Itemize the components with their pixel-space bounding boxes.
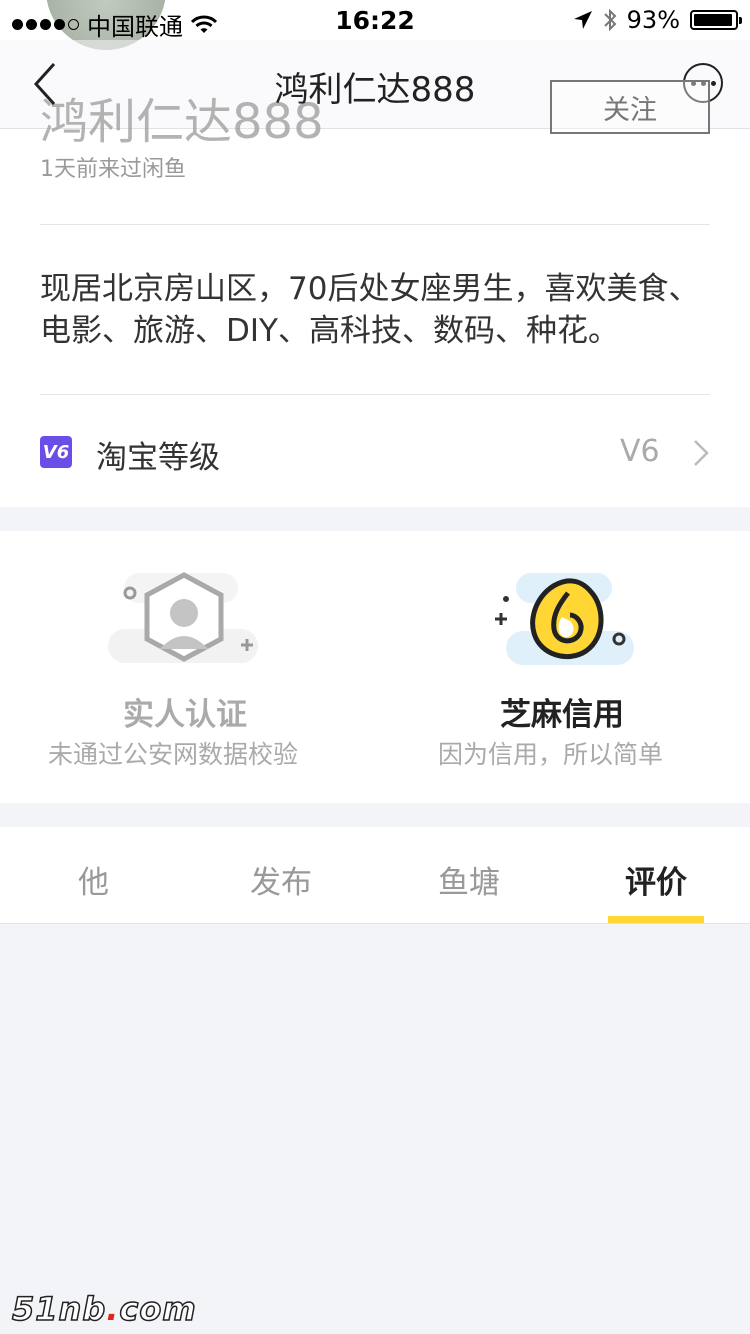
sesame-credit-subtitle: 因为信用，所以简单	[438, 740, 664, 769]
tab-bar: 他 发布 鱼塘 评价	[0, 827, 750, 924]
certifications-section: 实人认证 未通过公安网数据校验 芝麻信用 因为信用，所以简单	[0, 531, 750, 803]
follow-button[interactable]: 关注	[550, 80, 710, 134]
location-arrow-icon	[573, 11, 592, 29]
profile-bio: 现居北京房山区，70后处女座男生，喜欢美食、电影、旅游、DIY、高科技、数码、种…	[40, 271, 700, 349]
bluetooth-icon	[603, 8, 617, 32]
last-visit-text: 1天前来过闲鱼	[40, 157, 186, 182]
taobao-level-value: V6	[620, 434, 660, 469]
battery-percent: 93%	[626, 6, 680, 34]
sesame-credit-title[interactable]: 芝麻信用	[500, 689, 624, 734]
tab-reviews[interactable]: 评价	[625, 857, 687, 902]
tab-him[interactable]: 他	[78, 857, 109, 902]
status-bar: 中国联通 16:22 93%	[0, 0, 750, 41]
person-verify-icon[interactable]	[104, 569, 264, 669]
watermark: 51nb.com	[11, 1289, 197, 1329]
real-person-verify-title[interactable]: 实人认证	[123, 689, 247, 734]
divider	[40, 394, 710, 395]
taobao-level-badge-icon: V6	[40, 436, 72, 468]
tab-published[interactable]: 发布	[250, 857, 312, 902]
divider	[40, 224, 710, 225]
chevron-right-icon[interactable]	[692, 438, 710, 468]
sesame-credit-icon[interactable]	[492, 571, 637, 671]
taobao-level-label[interactable]: 淘宝等级	[96, 432, 220, 477]
tab-fish-pond[interactable]: 鱼塘	[438, 857, 500, 902]
battery-icon	[690, 10, 742, 30]
active-tab-indicator	[608, 916, 704, 923]
real-person-verify-subtitle: 未通过公安网数据校验	[48, 740, 299, 769]
